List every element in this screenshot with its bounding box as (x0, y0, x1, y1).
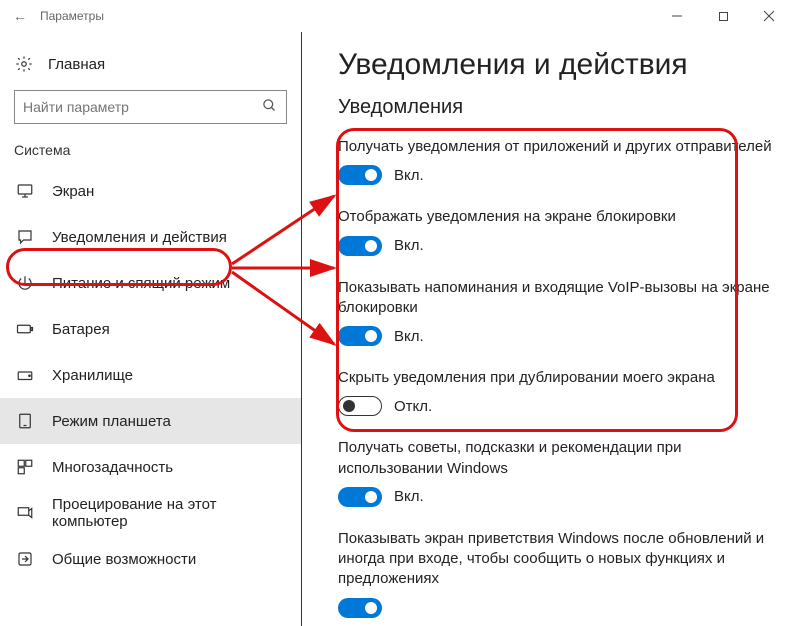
sidebar: Главная Система Экран Уведомления и дейст… (0, 32, 301, 626)
settings-list: Получать уведомления от приложений и дру… (338, 137, 772, 618)
sidebar-item-display[interactable]: Экран (0, 168, 301, 214)
toggle-switch[interactable] (338, 165, 382, 185)
window-controls (654, 0, 792, 32)
maximize-button[interactable] (700, 0, 746, 32)
setting-row: Получать советы, подсказки и рекомендаци… (338, 438, 772, 507)
close-button[interactable] (746, 0, 792, 32)
category-label: Система (0, 142, 301, 168)
search-input[interactable] (23, 99, 260, 115)
search-box[interactable] (14, 90, 287, 124)
sidebar-item-label: Общие возможности (52, 551, 287, 568)
home-row[interactable]: Главная (0, 48, 301, 84)
sidebar-item-label: Проецирование на этот компьютер (52, 496, 287, 530)
sidebar-item-project[interactable]: Проецирование на этот компьютер (0, 490, 301, 536)
multitask-icon (14, 456, 36, 478)
sidebar-item-battery[interactable]: Батарея (0, 306, 301, 352)
setting-desc: Показывать экран приветствия Windows пос… (338, 529, 772, 590)
setting-desc: Показывать напоминания и входящие VoIP-в… (338, 278, 772, 319)
access-icon (14, 548, 36, 570)
battery-icon (14, 318, 36, 340)
display-icon (14, 180, 36, 202)
minimize-button[interactable] (654, 0, 700, 32)
sidebar-item-power[interactable]: Питание и спящий режим (0, 260, 301, 306)
setting-desc: Отображать уведомления на экране блокиро… (338, 207, 772, 227)
sidebar-item-label: Батарея (52, 321, 287, 338)
setting-row: Показывать напоминания и входящие VoIP-в… (338, 278, 772, 347)
page-title: Уведомления и действия (338, 48, 772, 82)
power-icon (14, 272, 36, 294)
sidebar-item-label: Питание и спящий режим (52, 275, 287, 292)
sidebar-item-label: Многозадачность (52, 459, 287, 476)
setting-row: Скрыть уведомления при дублировании моег… (338, 368, 772, 416)
section-title: Уведомления (338, 96, 772, 119)
titlebar: ← Параметры (0, 0, 792, 32)
setting-row: Получать уведомления от приложений и дру… (338, 137, 772, 185)
toggle-switch[interactable] (338, 598, 382, 618)
setting-row: Отображать уведомления на экране блокиро… (338, 207, 772, 255)
tablet-icon (14, 410, 36, 432)
nav-list: Экран Уведомления и действия Питание и спя… (0, 168, 301, 582)
setting-desc: Получать советы, подсказки и рекомендаци… (338, 438, 772, 479)
window-title: Параметры (32, 9, 654, 23)
search-icon (260, 98, 278, 116)
toggle-switch[interactable] (338, 326, 382, 346)
sidebar-item-label: Режим планшета (52, 413, 287, 430)
sidebar-item-drive[interactable]: Хранилище (0, 352, 301, 398)
toggle-state: Вкл. (394, 167, 424, 184)
sidebar-item-multitask[interactable]: Многозадачность (0, 444, 301, 490)
sidebar-item-label: Хранилище (52, 367, 287, 384)
drive-icon (14, 364, 36, 386)
gear-icon (14, 54, 34, 74)
sidebar-item-tablet[interactable]: Режим планшета (0, 398, 301, 444)
toggle-state: Вкл. (394, 488, 424, 505)
sidebar-item-label: Экран (52, 183, 287, 200)
toggle-switch[interactable] (338, 487, 382, 507)
setting-row: Показывать экран приветствия Windows пос… (338, 529, 772, 618)
main-content: Уведомления и действия Уведомления Получ… (302, 32, 792, 626)
setting-desc: Скрыть уведомления при дублировании моег… (338, 368, 772, 388)
project-icon (14, 502, 36, 524)
back-button[interactable]: ← (8, 8, 32, 24)
toggle-state: Вкл. (394, 328, 424, 345)
home-label: Главная (48, 56, 105, 73)
chat-icon (14, 226, 36, 248)
sidebar-item-label: Уведомления и действия (52, 229, 287, 246)
toggle-switch[interactable] (338, 396, 382, 416)
sidebar-item-access[interactable]: Общие возможности (0, 536, 301, 582)
toggle-state: Откл. (394, 398, 432, 415)
sidebar-item-chat[interactable]: Уведомления и действия (0, 214, 301, 260)
setting-desc: Получать уведомления от приложений и дру… (338, 137, 772, 157)
toggle-switch[interactable] (338, 236, 382, 256)
toggle-state: Вкл. (394, 237, 424, 254)
